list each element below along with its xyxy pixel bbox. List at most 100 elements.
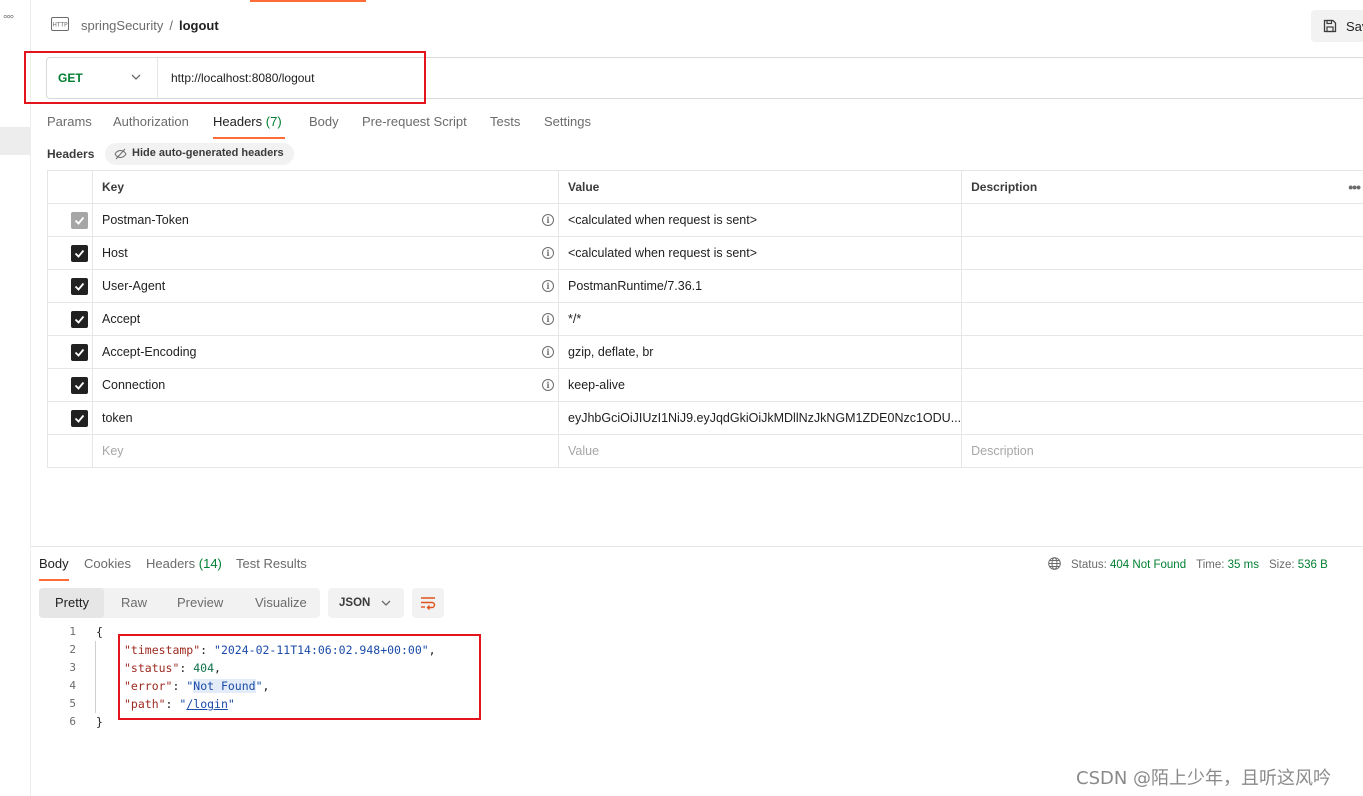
info-icon[interactable]: i (542, 247, 554, 259)
info-icon[interactable]: i (542, 280, 554, 292)
time-label: Time: (1196, 559, 1225, 571)
headers-section-title: Headers (47, 147, 95, 161)
new-key-input[interactable]: Key (92, 434, 559, 468)
response-highlight-box (118, 634, 481, 720)
table-row: Host i <calculated when request is sent> (47, 236, 1363, 270)
row-description[interactable] (961, 236, 1363, 270)
row-description[interactable] (961, 401, 1363, 435)
more-options-icon[interactable]: ••• (1348, 179, 1361, 195)
left-sidebar: °°° (0, 0, 31, 796)
tab-tests[interactable]: Tests (490, 114, 520, 129)
tab-response-body[interactable]: Body (39, 556, 69, 571)
view-raw[interactable]: Raw (121, 595, 147, 610)
view-pretty[interactable]: Pretty (55, 595, 89, 610)
hide-auto-headers-label: Hide auto-generated headers (132, 147, 284, 159)
response-meta: Status: 404 Not Found Time: 35 ms Size: 53… (1048, 557, 1328, 571)
tab-active-underline (39, 579, 69, 581)
view-mode-group: Pretty Raw Preview Visualize (39, 588, 320, 618)
watermark: CSDN @陌上少年，且听这风吟 (1076, 768, 1332, 789)
wrap-lines-button[interactable] (412, 588, 444, 618)
row-key: Accept (102, 312, 141, 326)
headers-table: Key Value Description ••• Postman-Token i … (47, 170, 1363, 468)
indent-guide (95, 641, 96, 713)
info-icon[interactable]: i (542, 346, 554, 358)
row-description[interactable] (961, 335, 1363, 369)
tab-response-headers[interactable]: Headers (14) (146, 556, 222, 571)
tab-headers[interactable]: Headers (7) (213, 114, 282, 129)
tab-settings[interactable]: Settings (544, 114, 591, 129)
tab-headers-label: Headers (213, 114, 263, 129)
row-checkbox[interactable] (71, 244, 88, 262)
format-select[interactable]: JSON (328, 588, 404, 618)
row-checkbox[interactable] (71, 343, 88, 361)
table-row: Accept i */* (47, 302, 1363, 336)
view-visualize[interactable]: Visualize (255, 595, 307, 610)
tab-test-results[interactable]: Test Results (236, 556, 307, 571)
row-description[interactable] (961, 203, 1363, 237)
row-description[interactable] (961, 368, 1363, 402)
line-number: 2 (69, 643, 76, 656)
row-key: Host (102, 246, 128, 260)
column-key: Key (92, 170, 559, 204)
new-value-input[interactable]: Value (557, 434, 963, 468)
tab-authorization[interactable]: Authorization (113, 114, 189, 129)
row-checkbox (71, 211, 88, 229)
info-icon[interactable]: i (542, 379, 554, 391)
tab-response-headers-count: (14) (198, 556, 222, 571)
row-description[interactable] (961, 302, 1363, 336)
table-header-row: Key Value Description ••• (47, 170, 1363, 204)
line-number: 3 (69, 661, 76, 674)
row-checkbox[interactable] (71, 409, 88, 427)
row-key: Connection (102, 378, 166, 392)
breadcrumb-separator: / (169, 18, 173, 33)
table-row: Accept-Encoding i gzip, deflate, br (47, 335, 1363, 369)
row-value: keep-alive (557, 368, 963, 402)
sidebar-selected-item[interactable] (0, 127, 31, 155)
info-icon[interactable]: i (542, 313, 554, 325)
size-value[interactable]: 536 B (1298, 559, 1328, 571)
row-key: token (102, 411, 133, 425)
url-highlight-box (24, 51, 426, 104)
new-description-input[interactable]: Description (961, 434, 1363, 468)
header-checkbox-col (47, 170, 93, 204)
tab-pre-request-script[interactable]: Pre-request Script (362, 114, 467, 129)
table-row: Postman-Token i <calculated when request … (47, 203, 1363, 237)
status-label: Status: (1071, 559, 1107, 571)
wrap-lines-icon (421, 597, 436, 610)
http-icon: HTTP (51, 17, 69, 31)
row-checkbox[interactable] (71, 310, 88, 328)
globe-icon[interactable] (1048, 557, 1061, 570)
chevron-down-icon (381, 600, 391, 606)
tab-cookies[interactable]: Cookies (84, 556, 131, 571)
line-number: 1 (69, 625, 76, 638)
code-line: } (96, 715, 103, 729)
table-row-empty: Key Value Description (47, 434, 1363, 468)
breadcrumb-request[interactable]: logout (179, 18, 219, 33)
line-number: 6 (69, 715, 76, 728)
eye-off-icon (114, 148, 127, 160)
line-number: 4 (69, 679, 76, 692)
hide-auto-headers-button[interactable]: Hide auto-generated headers (105, 143, 294, 165)
info-icon[interactable]: i (542, 214, 554, 226)
save-icon (1323, 19, 1337, 33)
row-checkbox[interactable] (71, 277, 88, 295)
status-badge[interactable]: 404 Not Found (1110, 559, 1186, 571)
table-row: Connection i keep-alive (47, 368, 1363, 402)
row-value[interactable]: eyJhbGciOiJIUzI1NiJ9.eyJqdGkiOiJkMDllNzJ… (557, 401, 963, 435)
save-label: Sav (1346, 19, 1363, 34)
format-label: JSON (339, 597, 371, 609)
time-value[interactable]: 35 ms (1228, 559, 1259, 571)
response-divider[interactable] (31, 546, 1363, 547)
tab-params[interactable]: Params (47, 114, 92, 129)
row-description[interactable] (961, 269, 1363, 303)
column-description: Description ••• (961, 170, 1363, 204)
save-button[interactable]: Sav (1311, 10, 1363, 42)
row-checkbox[interactable] (71, 376, 88, 394)
tab-body[interactable]: Body (309, 114, 339, 129)
view-preview[interactable]: Preview (177, 595, 223, 610)
row-value: <calculated when request is sent> (557, 203, 963, 237)
breadcrumb-collection[interactable]: springSecurity (81, 18, 163, 33)
row-key: User-Agent (102, 279, 166, 293)
more-options-icon[interactable]: °°° (3, 14, 14, 26)
tab-active-underline (213, 137, 285, 139)
